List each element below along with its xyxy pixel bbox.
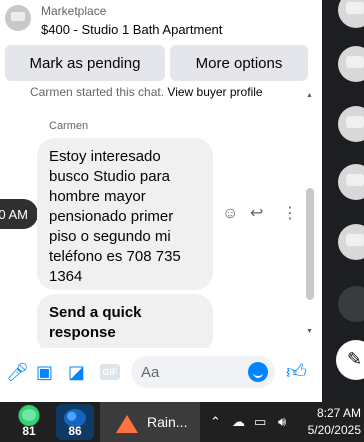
weather-warning-icon — [116, 415, 138, 433]
clock-time: 8:27 AM — [316, 406, 361, 420]
react-emoji-icon[interactable]: ☺ — [222, 205, 238, 223]
sender-name: Carmen — [49, 120, 89, 132]
message-actions: ☺ ↩ ⋮ — [222, 205, 298, 223]
onedrive-icon[interactable]: ☁ — [232, 414, 245, 430]
chat-started-note: Carmen started this chat. View buyer pro… — [30, 85, 263, 99]
conversation-avatar-4[interactable] — [338, 164, 364, 200]
contact-avatar-icon[interactable] — [338, 286, 364, 322]
listing-title[interactable]: $400 - Studio 1 Bath Apartment — [41, 22, 222, 37]
incoming-message-bubble[interactable]: Estoy interesado busco Studio para hombr… — [37, 138, 213, 290]
sticker-icon[interactable]: ◪ — [68, 362, 85, 382]
thumbs-up-icon[interactable]: 👍︎ — [286, 362, 307, 382]
weather-widget[interactable]: Rain... — [100, 402, 200, 442]
message-input-field[interactable] — [131, 356, 275, 388]
taskbar-app-badge: 81 — [22, 424, 36, 438]
microphone-icon[interactable]: 🎤︎ — [6, 362, 29, 382]
quick-response-bubble[interactable]: Send a quick response — [37, 294, 213, 354]
conversation-avatar-1[interactable] — [338, 0, 364, 28]
image-icon[interactable]: ▣ — [36, 362, 53, 382]
chat-panel: Marketplace $400 - Studio 1 Bath Apartme… — [0, 0, 322, 402]
compose-icon: ✎ — [347, 349, 363, 369]
taskbar-app-badge: 86 — [68, 424, 82, 438]
more-options-button[interactable]: More options — [170, 45, 308, 81]
conversation-avatar-5[interactable] — [338, 224, 364, 260]
conversation-list-strip: ✎ — [322, 0, 364, 402]
tray-overflow-chevron-icon[interactable]: ⌃ — [210, 414, 221, 430]
message-composer: 🎤︎ ▣ ◪ GIF 👍︎ — [0, 348, 322, 402]
conversation-avatar-2[interactable] — [338, 46, 364, 82]
volume-icon[interactable]: 🔊︎ — [278, 414, 286, 430]
scrollbar-thumb[interactable] — [306, 188, 314, 300]
message-timestamp-tooltip: 0 AM — [0, 199, 38, 229]
network-icon[interactable]: ▭ — [254, 414, 266, 430]
chat-scrollbar[interactable]: ▲ ▼ — [303, 92, 315, 338]
scroll-up-arrow-icon[interactable]: ▲ — [306, 92, 313, 100]
reply-icon[interactable]: ↩ — [250, 205, 263, 223]
clock-date: 5/20/2025 — [307, 423, 361, 437]
view-buyer-profile-link[interactable]: View buyer profile — [167, 85, 262, 99]
new-message-button[interactable]: ✎ — [336, 340, 364, 380]
mark-as-pending-button[interactable]: Mark as pending — [5, 45, 165, 81]
listing-category: Marketplace — [41, 4, 107, 18]
system-clock[interactable]: 8:27 AM 5/20/2025 — [303, 405, 361, 439]
chat-header: Marketplace $400 - Studio 1 Bath Apartme… — [0, 0, 322, 86]
weather-label: Rain... — [147, 414, 188, 430]
conversation-avatar-3[interactable] — [338, 106, 364, 142]
gif-icon[interactable]: GIF — [100, 364, 120, 380]
emoji-icon[interactable] — [248, 362, 268, 382]
message-time: 0 AM — [0, 206, 28, 222]
taskbar: 81 86 Rain... ⌃ ☁ ▭ 🔊︎ 8:27 AM 5/20/2025 — [0, 402, 364, 442]
scroll-down-arrow-icon[interactable]: ▼ — [306, 328, 313, 336]
listing-thumbnail[interactable] — [5, 5, 31, 31]
more-actions-icon[interactable]: ⋮ — [282, 205, 298, 223]
message-input[interactable] — [141, 362, 241, 382]
taskbar-app-green-icon[interactable]: 81 — [10, 404, 48, 440]
taskbar-app-blue-icon[interactable]: 86 — [56, 404, 94, 440]
chat-started-text: Carmen started this chat. — [30, 85, 165, 99]
